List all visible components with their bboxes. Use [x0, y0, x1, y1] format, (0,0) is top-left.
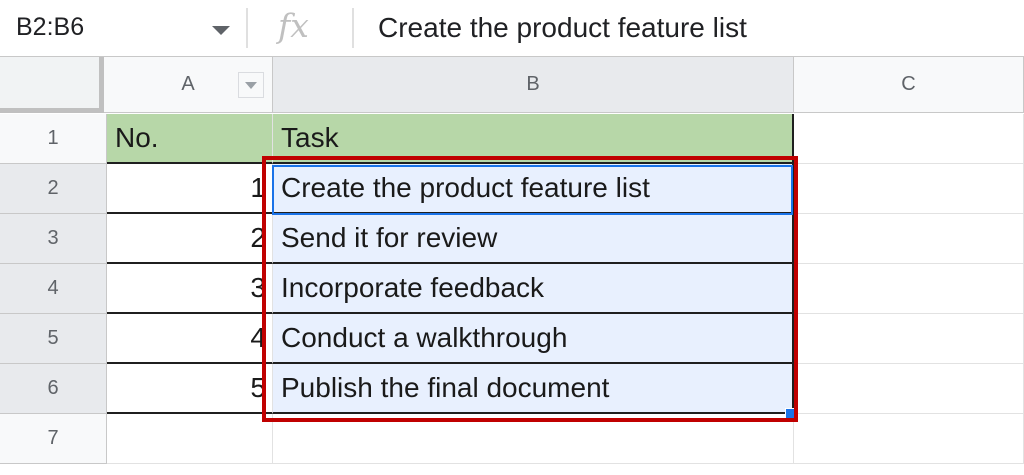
column-header-b[interactable]: B	[273, 57, 794, 113]
column-header-c[interactable]: C	[794, 57, 1024, 113]
filter-dropdown-button[interactable]	[238, 72, 264, 98]
name-box-dropdown-icon[interactable]	[212, 26, 230, 35]
row-number: 4	[47, 277, 59, 299]
cell-a7[interactable]	[107, 414, 273, 464]
cell-a6[interactable]: 5	[107, 364, 273, 414]
cell-c3[interactable]	[794, 214, 1024, 264]
cell-c4[interactable]	[794, 264, 1024, 314]
column-header-label: A	[181, 73, 195, 95]
cell-b7[interactable]	[273, 414, 794, 464]
cell-b3[interactable]: Send it for review	[273, 214, 794, 264]
fx-icon: fx	[278, 6, 309, 45]
cell-c2[interactable]	[794, 164, 1024, 214]
row-header-7[interactable]: 7	[0, 414, 107, 464]
divider	[246, 8, 248, 48]
cell-a5[interactable]: 4	[107, 314, 273, 364]
row-header-4[interactable]: 4	[0, 264, 107, 314]
select-all-corner[interactable]	[0, 57, 104, 113]
column-header-a[interactable]: A	[104, 57, 273, 113]
formula-bar: B2:B6 fx Create the product feature list	[0, 0, 1024, 57]
cell-a1[interactable]: No.	[107, 114, 273, 164]
row-number: 2	[47, 177, 59, 199]
row-header-1[interactable]: 1	[0, 114, 107, 164]
cell-a4[interactable]: 3	[107, 264, 273, 314]
cell-a2[interactable]: 1	[107, 164, 273, 214]
cell-a3[interactable]: 2	[107, 214, 273, 264]
row-number: 5	[47, 327, 59, 349]
row-number: 7	[47, 427, 59, 449]
cell-c6[interactable]	[794, 364, 1024, 414]
column-header-label: C	[901, 73, 916, 95]
column-header-label: B	[526, 73, 540, 95]
name-box[interactable]: B2:B6	[0, 0, 244, 56]
cell-b6[interactable]: Publish the final document	[273, 364, 794, 414]
cell-c1[interactable]	[794, 114, 1024, 164]
cell-c7[interactable]	[794, 414, 1024, 464]
cell-b4[interactable]: Incorporate feedback	[273, 264, 794, 314]
chevron-down-icon	[245, 82, 257, 89]
cell-b5[interactable]: Conduct a walkthrough	[273, 314, 794, 364]
row-number: 1	[47, 127, 59, 149]
cell-b2[interactable]: Create the product feature list	[273, 164, 794, 214]
fill-handle[interactable]	[785, 408, 796, 419]
row-header-6[interactable]: 6	[0, 364, 107, 414]
row-header-2[interactable]: 2	[0, 164, 107, 214]
name-box-value[interactable]: B2:B6	[16, 13, 84, 42]
row-header-3[interactable]: 3	[0, 214, 107, 264]
formula-input[interactable]: Create the product feature list	[378, 12, 747, 44]
cell-c5[interactable]	[794, 314, 1024, 364]
divider	[352, 8, 354, 48]
row-number: 6	[47, 377, 59, 399]
row-number: 3	[47, 227, 59, 249]
cell-b1[interactable]: Task	[273, 114, 794, 164]
row-header-5[interactable]: 5	[0, 314, 107, 364]
